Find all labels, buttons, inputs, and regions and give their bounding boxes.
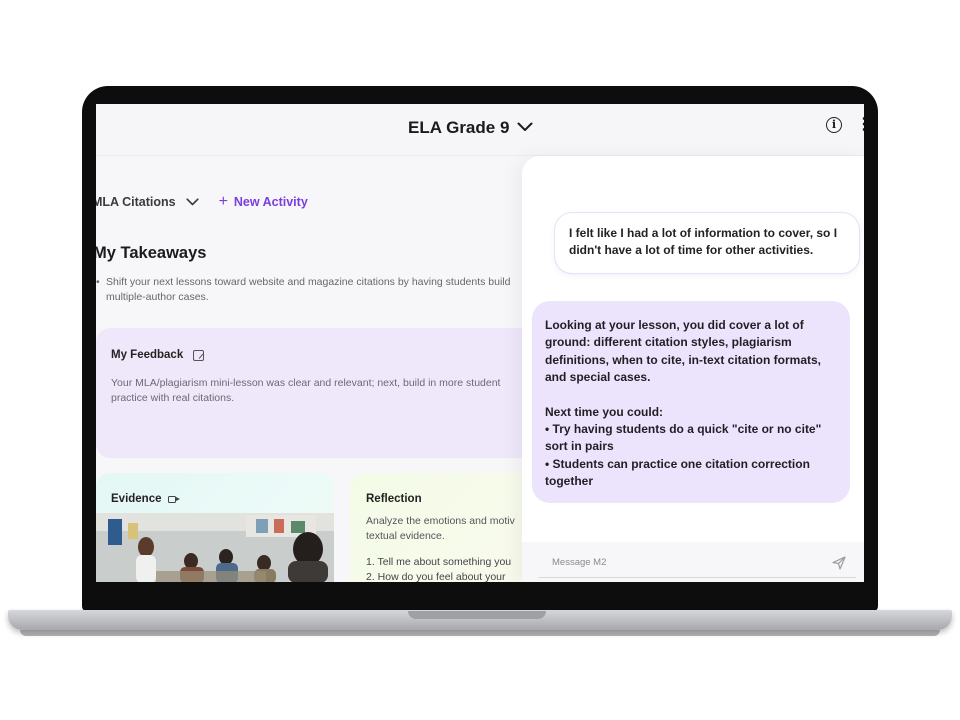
evidence-card[interactable]: Evidence (96, 473, 334, 582)
chat-panel: I felt like I had a lot of information t… (522, 156, 864, 582)
laptop-shadow (20, 630, 940, 636)
reflection-description: Analyze the emotions and motiv textual e… (366, 514, 536, 544)
message-input[interactable] (538, 548, 856, 578)
top-bar-actions: i ⋮ (826, 117, 864, 133)
more-options-icon[interactable]: ⋮ (856, 117, 864, 133)
reflection-card[interactable]: Reflection Analyze the emotions and moti… (350, 473, 550, 582)
bullet-icon: • (96, 276, 100, 288)
course-title: ELA Grade 9 (408, 118, 510, 137)
new-activity-button[interactable]: + New Activity (218, 193, 308, 210)
assistant-message-text: Looking at your lesson, you did cover a … (545, 318, 822, 385)
evidence-header: Evidence (111, 493, 180, 505)
reflection-desc-line: textual evidence. (366, 530, 445, 542)
feedback-header: My Feedback (111, 349, 205, 361)
assistant-message-bubble: Looking at your lesson, you did cover a … (532, 301, 850, 503)
info-icon[interactable]: i (826, 117, 842, 133)
course-selector[interactable]: ELA Grade 9 (408, 118, 533, 138)
chevron-down-icon (517, 119, 533, 137)
reflection-questions: 1. Tell me about something you 2. How do… (366, 555, 511, 582)
reflection-title: Reflection (366, 493, 422, 505)
takeaways-heading: My Takeaways (96, 244, 207, 262)
reflection-desc-line: Analyze the emotions and motiv (366, 515, 515, 527)
feedback-text: Your MLA/plagiarism mini-lesson was clea… (111, 377, 501, 404)
laptop-notch (408, 611, 546, 619)
top-bar: ELA Grade 9 i ⋮ (96, 104, 864, 156)
chevron-down-icon (185, 193, 199, 211)
feedback-card: My Feedback Your MLA/plagiarism mini-les… (96, 328, 536, 458)
user-message-bubble: I felt like I had a lot of information t… (554, 212, 860, 274)
assistant-message-text: Next time you could: (545, 404, 664, 419)
activity-toolbar: MLA Citations + New Activity (96, 193, 308, 211)
activity-selector[interactable]: MLA Citations (96, 193, 199, 211)
feedback-title: My Feedback (111, 349, 184, 361)
list-item: 2. How do you feel about your (366, 571, 506, 582)
activity-label: MLA Citations (96, 195, 176, 209)
lesson-panel: MLA Citations + New Activity My Takeaway… (96, 156, 550, 582)
assistant-suggestion: • Try having students do a quick "cite o… (545, 422, 822, 454)
edit-icon[interactable] (193, 349, 205, 361)
assistant-suggestion: • Students can practice one citation cor… (545, 456, 810, 489)
evidence-title: Evidence (111, 493, 162, 505)
classroom-video-thumbnail[interactable] (96, 513, 334, 582)
app-screen: ELA Grade 9 i ⋮ MLA Citations + New Acti… (96, 104, 864, 582)
video-icon (167, 495, 180, 503)
new-activity-label: New Activity (233, 195, 308, 209)
plus-icon: + (218, 193, 228, 210)
message-composer (522, 542, 864, 582)
send-icon[interactable] (832, 556, 846, 575)
takeaways-list: • Shift your next lessons toward website… (96, 275, 532, 305)
list-item: 1. Tell me about something you (366, 556, 512, 568)
takeaway-item: Shift your next lessons toward website a… (106, 276, 511, 303)
